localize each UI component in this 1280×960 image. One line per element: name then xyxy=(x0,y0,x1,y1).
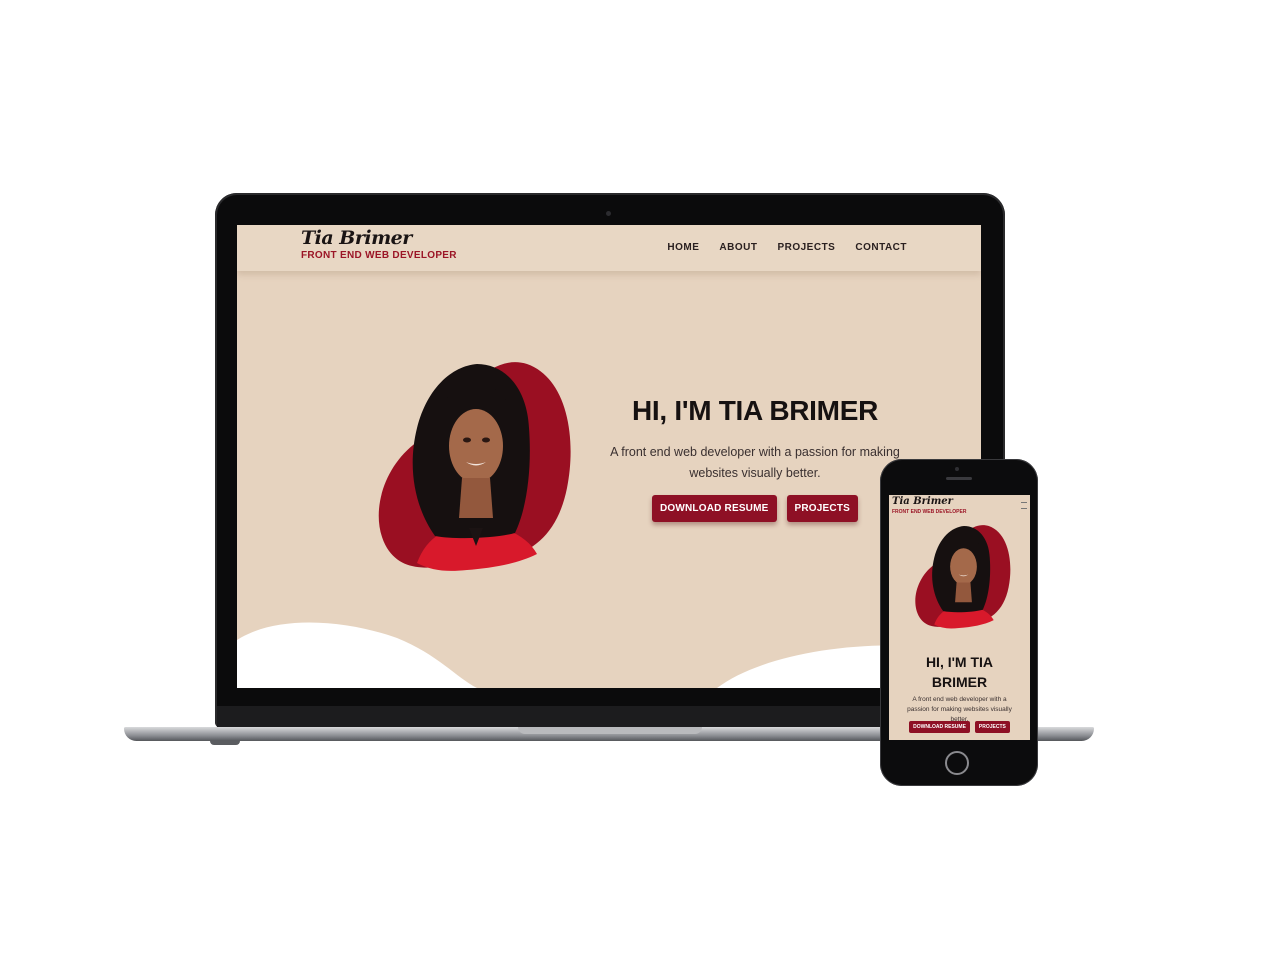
hero-description: A front end web developer with a passion… xyxy=(610,445,900,480)
phone-speaker xyxy=(946,477,972,480)
mobile-logo-name[interactable]: Tia Brimer xyxy=(892,496,953,507)
hero-title: HI, I'M TIA BRIMER xyxy=(632,395,878,426)
footer-wave xyxy=(237,622,981,688)
mobile-projects-button[interactable]: PROJECTS xyxy=(974,721,1010,733)
laptop-foot xyxy=(210,741,240,745)
mobile-hero-title: HI, I'M TIA BRIMER xyxy=(889,652,1030,692)
desktop-website: Tia Brimer FRONT END WEB DEVELOPER HOME … xyxy=(237,225,981,688)
logo-name[interactable]: Tia Brimer xyxy=(301,227,412,249)
mobile-download-resume-button[interactable]: DOWNLOAD RESUME xyxy=(909,721,970,733)
mobile-profile-portrait xyxy=(915,525,1011,629)
phone-camera xyxy=(955,467,959,471)
download-resume-button[interactable]: DOWNLOAD RESUME xyxy=(651,495,777,522)
site-header: Tia Brimer FRONT END WEB DEVELOPER HOME … xyxy=(237,225,981,271)
main-nav: HOME ABOUT PROJECTS CONTACT xyxy=(667,242,907,253)
phone-home-button[interactable] xyxy=(945,751,969,775)
mobile-website: Tia Brimer FRONT END WEB DEVELOPER HI, I… xyxy=(889,495,1030,740)
nav-about[interactable]: ABOUT xyxy=(719,242,757,253)
mobile-logo-tagline: FRONT END WEB DEVELOPER xyxy=(892,509,967,515)
laptop-camera xyxy=(606,211,611,216)
nav-projects[interactable]: PROJECTS xyxy=(777,242,835,253)
laptop-hinge-notch xyxy=(518,727,702,734)
logo-tagline: FRONT END WEB DEVELOPER xyxy=(301,250,457,261)
mobile-title-line1: HI, I'M TIA xyxy=(925,654,994,670)
hero-buttons: DOWNLOAD RESUME PROJECTS xyxy=(609,495,901,522)
nav-contact[interactable]: CONTACT xyxy=(855,242,907,253)
hamburger-icon[interactable] xyxy=(1021,502,1027,509)
projects-button[interactable]: PROJECTS xyxy=(786,495,859,522)
mobile-hero-buttons: DOWNLOAD RESUME PROJECTS xyxy=(889,721,1030,733)
nav-home[interactable]: HOME xyxy=(667,242,699,253)
mobile-title-line2: BRIMER xyxy=(931,674,988,690)
profile-portrait xyxy=(378,362,571,571)
